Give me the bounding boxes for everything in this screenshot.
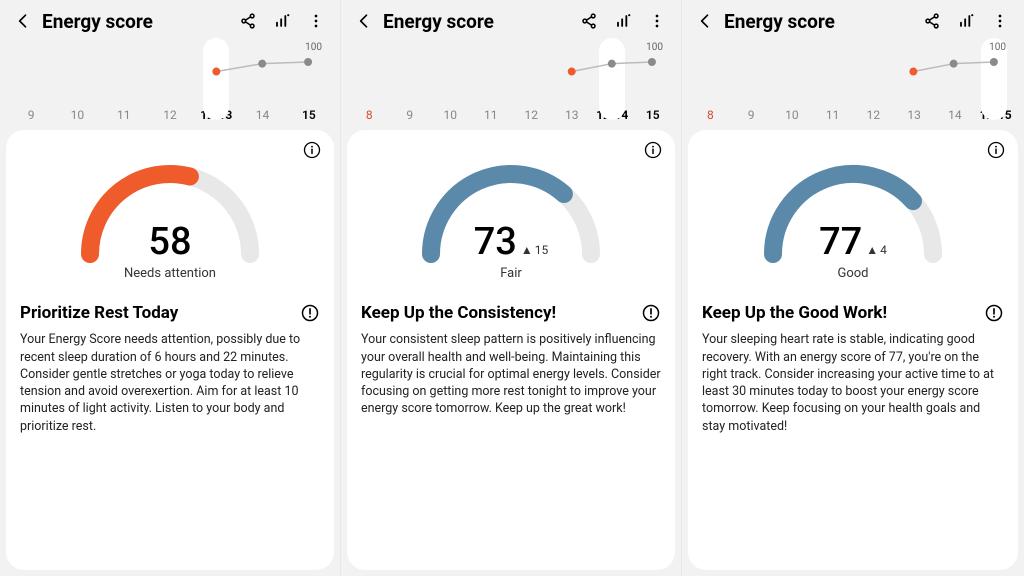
back-button[interactable] bbox=[10, 8, 36, 34]
score-row: 58 bbox=[148, 220, 191, 264]
date-cell[interactable]: 13 bbox=[552, 108, 593, 122]
score-label: Needs attention bbox=[124, 266, 216, 281]
share-icon[interactable] bbox=[922, 11, 942, 31]
advice-header: Keep Up the Consistency! bbox=[361, 303, 661, 323]
score-card: 73 ▲ 15 Fair Keep Up the Consistency! Your c… bbox=[347, 130, 675, 570]
trend-chart[interactable]: 100 bbox=[351, 40, 671, 108]
stats-icon[interactable] bbox=[613, 11, 633, 31]
score-value: 73 bbox=[474, 220, 517, 264]
date-cell[interactable]: 13 bbox=[894, 108, 935, 122]
energy-score-screen: Energy score10089101112131412/1577▲ 4Goo… bbox=[682, 0, 1024, 576]
advice-body: Your Energy Score needs attention, possi… bbox=[20, 331, 320, 435]
score-label: Good bbox=[837, 266, 868, 281]
info-icon[interactable] bbox=[643, 140, 663, 160]
more-icon[interactable] bbox=[990, 11, 1010, 31]
date-cell[interactable]: 9 bbox=[8, 108, 54, 122]
trend-chart[interactable]: 100 bbox=[692, 40, 1014, 108]
energy-score-screen: Energy score 100 891011121312/1415 73 ▲ 15 Fa… bbox=[341, 0, 682, 576]
score-card: 58 Needs attention Prioritize Rest Today Yo… bbox=[6, 130, 334, 570]
header: Energy score bbox=[682, 0, 1024, 38]
score-row: 73 ▲ 15 bbox=[474, 220, 549, 264]
date-cell[interactable]: 12 bbox=[511, 108, 552, 122]
advice-header: Keep Up the Good Work! bbox=[702, 303, 1004, 323]
gauge: 73 ▲ 15 Fair bbox=[361, 144, 661, 281]
warning-icon[interactable] bbox=[984, 303, 1004, 323]
advice-body: Your consistent sleep pattern is positiv… bbox=[361, 331, 661, 417]
date-cell[interactable]: 9 bbox=[731, 108, 772, 122]
date-cell[interactable]: 10 bbox=[54, 108, 100, 122]
page-title: Energy score bbox=[724, 10, 916, 33]
date-cell[interactable]: 15 bbox=[286, 108, 332, 122]
score-row: 77 ▲ 4 bbox=[819, 220, 887, 264]
advice-title: Prioritize Rest Today bbox=[20, 303, 178, 323]
date-axis[interactable]: 89101112131412/15 bbox=[682, 108, 1024, 130]
axis-max-label: 100 bbox=[646, 42, 663, 53]
score-delta: ▲ 15 bbox=[521, 243, 548, 257]
date-cell[interactable]: 12 bbox=[853, 108, 894, 122]
page-title: Energy score bbox=[42, 10, 232, 33]
score-delta: ▲ 4 bbox=[866, 243, 887, 257]
axis-max-label: 100 bbox=[305, 42, 322, 53]
info-icon[interactable] bbox=[986, 140, 1006, 160]
score-value: 77 bbox=[819, 220, 862, 264]
date-axis[interactable]: 891011121312/1415 bbox=[341, 108, 681, 130]
date-cell[interactable]: 14 bbox=[935, 108, 976, 122]
page-title: Energy score bbox=[383, 10, 573, 33]
warning-icon[interactable] bbox=[641, 303, 661, 323]
date-cell[interactable]: 12 bbox=[147, 108, 193, 122]
stats-icon[interactable] bbox=[272, 11, 292, 31]
date-cell[interactable]: 11 bbox=[101, 108, 147, 122]
header: Energy score bbox=[0, 0, 340, 38]
date-cell[interactable]: 15 bbox=[633, 108, 674, 122]
date-cell[interactable]: 8 bbox=[690, 108, 731, 122]
date-cell[interactable]: 8 bbox=[349, 108, 390, 122]
date-cell[interactable]: 11 bbox=[812, 108, 853, 122]
score-card: 77 ▲ 4 Good Keep Up the Good Work! Your slee… bbox=[688, 130, 1018, 570]
more-icon[interactable] bbox=[647, 11, 667, 31]
info-icon[interactable] bbox=[302, 140, 322, 160]
warning-icon[interactable] bbox=[300, 303, 320, 323]
score-value: 58 bbox=[148, 220, 191, 264]
date-cell[interactable]: 11 bbox=[471, 108, 512, 122]
axis-max-label: 100 bbox=[989, 42, 1006, 53]
header-actions bbox=[922, 11, 1010, 31]
advice-body: Your sleeping heart rate is stable, indi… bbox=[702, 331, 1004, 435]
gauge: 58 Needs attention bbox=[20, 144, 320, 281]
advice-title: Keep Up the Good Work! bbox=[702, 303, 887, 323]
date-cell[interactable]: 10 bbox=[430, 108, 471, 122]
energy-score-screen: Energy score 100 910111212/131415 58 Needs a… bbox=[0, 0, 341, 576]
back-button[interactable] bbox=[351, 8, 377, 34]
date-cell[interactable]: 10 bbox=[772, 108, 813, 122]
date-axis[interactable]: 910111212/131415 bbox=[0, 108, 340, 130]
back-button[interactable] bbox=[692, 8, 718, 34]
gauge: 77 ▲ 4 Good bbox=[702, 144, 1004, 281]
date-cell[interactable]: 9 bbox=[390, 108, 431, 122]
score-label: Fair bbox=[500, 266, 522, 281]
stats-icon[interactable] bbox=[956, 11, 976, 31]
header-actions bbox=[238, 11, 326, 31]
more-icon[interactable] bbox=[306, 11, 326, 31]
share-icon[interactable] bbox=[579, 11, 599, 31]
date-cell[interactable]: 14 bbox=[239, 108, 285, 122]
header: Energy score bbox=[341, 0, 681, 38]
advice-title: Keep Up the Consistency! bbox=[361, 303, 556, 323]
trend-chart[interactable]: 100 bbox=[10, 40, 330, 108]
header-actions bbox=[579, 11, 667, 31]
advice-header: Prioritize Rest Today bbox=[20, 303, 320, 323]
share-icon[interactable] bbox=[238, 11, 258, 31]
